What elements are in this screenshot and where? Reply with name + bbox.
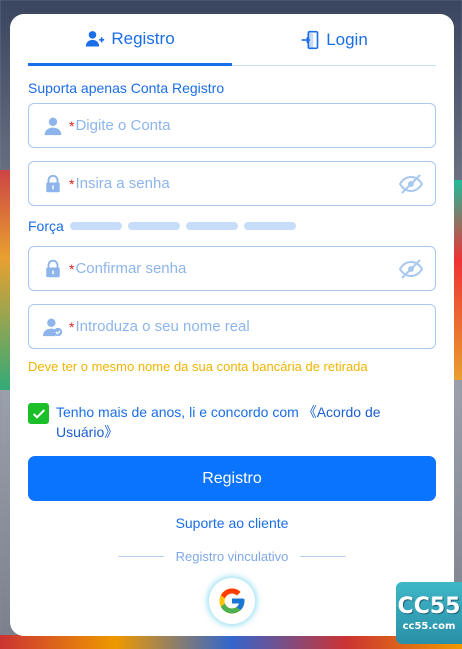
hide-password-icon[interactable] <box>399 257 423 281</box>
hide-password-icon[interactable] <box>399 172 423 196</box>
required-mark: * <box>69 260 75 277</box>
confirm-password-input[interactable] <box>75 260 399 277</box>
password-field[interactable]: * <box>28 161 436 206</box>
background-strip-bottom <box>0 635 462 649</box>
account-field[interactable]: * <box>28 103 436 148</box>
account-input[interactable] <box>75 117 423 134</box>
register-dialog: Registro Login Suporta apenas Conta Regi… <box>10 14 454 636</box>
site-logo-badge: CC55 cc55.com <box>396 582 462 644</box>
google-icon <box>219 588 245 614</box>
agreement-checkbox[interactable] <box>28 403 49 424</box>
user-icon <box>43 116 63 136</box>
agreement-statement: Tenho mais de anos, li e concordo com <box>56 404 303 420</box>
lock-icon <box>43 259 63 279</box>
login-door-icon <box>301 30 319 49</box>
required-mark: * <box>69 318 75 335</box>
divider-label: Registro vinculativo <box>175 549 289 564</box>
social-login <box>28 578 436 624</box>
verified-user-icon <box>43 317 63 337</box>
real-name-field[interactable]: * <box>28 304 436 349</box>
site-domain-text: cc55.com <box>402 621 456 632</box>
required-mark: * <box>69 175 75 192</box>
google-login-button[interactable] <box>209 578 255 624</box>
account-type-hint: Suporta apenas Conta Registro <box>28 80 225 96</box>
divider-line <box>300 556 347 557</box>
strength-bar <box>244 222 296 230</box>
required-mark: * <box>69 117 75 134</box>
real-name-input[interactable] <box>75 318 423 335</box>
strength-label: Força <box>28 218 64 234</box>
tab-registro[interactable]: Registro <box>28 14 232 66</box>
divider-line <box>117 556 164 557</box>
agreement-text: Tenho mais de anos, li e concordo com 《A… <box>56 402 436 442</box>
register-button[interactable]: Registro <box>28 456 436 501</box>
check-icon <box>32 408 45 419</box>
strength-bar <box>70 222 122 230</box>
auth-tabs: Registro Login <box>28 14 436 66</box>
confirm-password-field[interactable]: * <box>28 246 436 291</box>
site-logo-text: CC55 <box>397 594 461 619</box>
add-user-icon <box>86 30 105 46</box>
lock-icon <box>43 174 63 194</box>
password-strength: Força <box>28 218 436 234</box>
strength-bar <box>128 222 180 230</box>
agreement-row: Tenho mais de anos, li e concordo com 《A… <box>28 402 436 442</box>
tab-login[interactable]: Login <box>232 14 436 65</box>
customer-support-link[interactable]: Suporte ao cliente <box>28 515 436 531</box>
linked-register-divider: Registro vinculativo <box>28 549 436 564</box>
background-strip-left <box>0 170 10 390</box>
strength-bar <box>186 222 238 230</box>
tab-login-label: Login <box>326 29 368 49</box>
tab-registro-label: Registro <box>111 28 175 48</box>
password-input[interactable] <box>75 175 399 192</box>
real-name-warning: Deve ter o mesmo nome da sua conta bancá… <box>28 359 368 374</box>
